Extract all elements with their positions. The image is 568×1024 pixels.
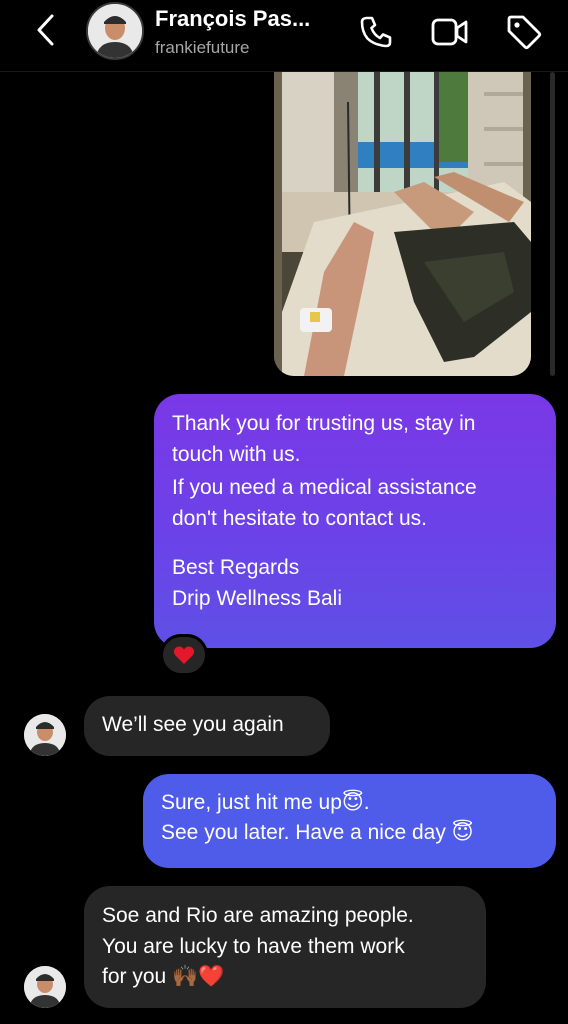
message-line: See you later. Have a nice day 😇 (161, 821, 474, 844)
video-camera-icon (431, 18, 468, 46)
message-line: Sure, just hit me up😇. (161, 791, 370, 814)
heart-icon (173, 646, 195, 664)
shared-photo (274, 72, 531, 376)
message-line: don't hesitate to contact us. (172, 507, 428, 530)
contact-avatar-small[interactable] (24, 714, 66, 756)
contact-username[interactable]: frankiefuture (155, 38, 250, 58)
scrollbar[interactable] (550, 72, 555, 376)
message-spacer (172, 534, 538, 552)
avatar-image (24, 966, 66, 1008)
message-text: We’ll see you again (102, 713, 284, 736)
message-line: Drip Wellness Bali (172, 587, 342, 610)
message-line: Best Regards (172, 556, 300, 579)
tag-icon (507, 15, 542, 50)
incoming-message[interactable]: We’ll see you again (84, 696, 330, 756)
contact-avatar-small[interactable] (24, 966, 66, 1008)
phone-icon (360, 16, 392, 48)
back-button[interactable] (30, 12, 62, 48)
chat-header: François Pas... frankiefuture (0, 0, 568, 72)
message-line: touch with us. (172, 443, 301, 466)
message-line: for you 🙌🏾❤️ (102, 965, 225, 988)
message-line: If you need a medical assistance (172, 476, 477, 499)
message-line: You are lucky to have them work (102, 934, 405, 958)
outgoing-message[interactable]: Sure, just hit me up😇. See you later. Ha… (143, 774, 556, 868)
outgoing-message[interactable]: Thank you for trusting us, stay in touch… (154, 394, 556, 648)
heart-reaction[interactable] (160, 634, 208, 676)
avatar-image (88, 4, 142, 58)
incoming-message[interactable]: Soe and Rio are amazing people. You are … (84, 886, 486, 1008)
video-call-button[interactable] (430, 12, 470, 52)
avatar-image (24, 714, 66, 756)
message-line: Soe and Rio are amazing people. (102, 904, 414, 927)
chevron-left-icon (37, 14, 54, 46)
shared-photo-message[interactable] (274, 72, 531, 376)
call-button[interactable] (356, 12, 396, 52)
contact-avatar[interactable] (86, 2, 144, 60)
tag-button[interactable] (504, 12, 544, 52)
contact-name[interactable]: François Pas... (155, 6, 310, 32)
message-line: Thank you for trusting us, stay in (172, 412, 476, 435)
